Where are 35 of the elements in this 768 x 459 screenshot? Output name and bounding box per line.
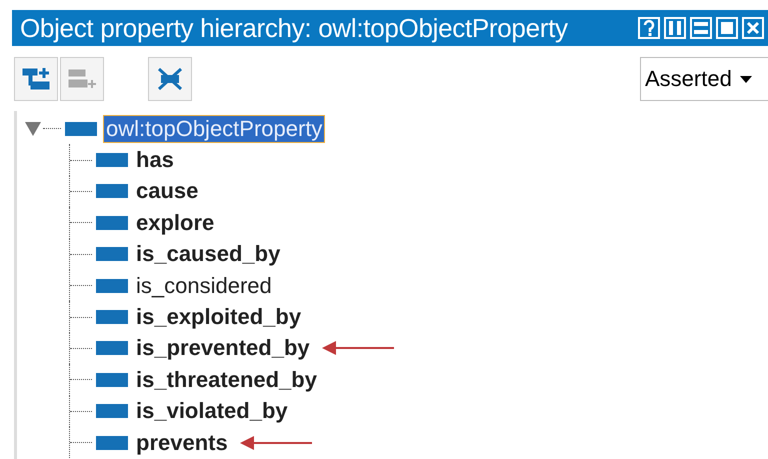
tree-item[interactable]: explore bbox=[134, 210, 216, 236]
delete-button[interactable] bbox=[148, 57, 192, 101]
tree-item[interactable]: is_violated_by bbox=[134, 398, 290, 424]
property-icon bbox=[96, 436, 128, 450]
property-icon bbox=[96, 216, 128, 230]
collapse-toggle-icon[interactable] bbox=[25, 122, 41, 136]
tree-item[interactable]: cause bbox=[134, 178, 200, 204]
property-icon bbox=[96, 341, 128, 356]
property-icon bbox=[96, 184, 128, 198]
help-icon[interactable] bbox=[638, 17, 660, 39]
tree-item[interactable]: has bbox=[134, 147, 176, 174]
view-mode-dropdown[interactable]: Asserted bbox=[640, 57, 768, 101]
property-icon bbox=[96, 310, 128, 324]
add-child-icon bbox=[21, 66, 51, 92]
window-title: Object property hierarchy: owl:topObjectProperty bbox=[20, 12, 568, 44]
tree-item[interactable]: is_exploited_by bbox=[134, 304, 304, 330]
close-icon[interactable] bbox=[742, 17, 764, 39]
add-subproperty-button[interactable] bbox=[14, 57, 58, 101]
property-icon bbox=[96, 153, 128, 168]
property-icon bbox=[96, 372, 128, 387]
tree-item[interactable]: is_caused_by bbox=[134, 241, 282, 268]
delete-icon bbox=[155, 66, 185, 92]
property-icon bbox=[96, 404, 128, 418]
split-horizontal-icon[interactable] bbox=[690, 17, 712, 39]
property-icon bbox=[96, 278, 128, 293]
tree-item[interactable]: is_considered bbox=[134, 272, 274, 299]
tree-item[interactable]: is_threatened_by bbox=[134, 366, 319, 393]
maximize-icon[interactable] bbox=[716, 17, 738, 39]
tree-item[interactable]: is_prevented_by bbox=[134, 335, 312, 362]
tree-item[interactable]: prevents bbox=[134, 430, 230, 456]
property-icon bbox=[65, 122, 97, 136]
caret-icon bbox=[740, 76, 752, 82]
split-vertical-icon[interactable] bbox=[664, 17, 686, 39]
tree-item[interactable]: owl:topObjectProperty bbox=[103, 114, 326, 143]
property-icon bbox=[96, 247, 128, 262]
